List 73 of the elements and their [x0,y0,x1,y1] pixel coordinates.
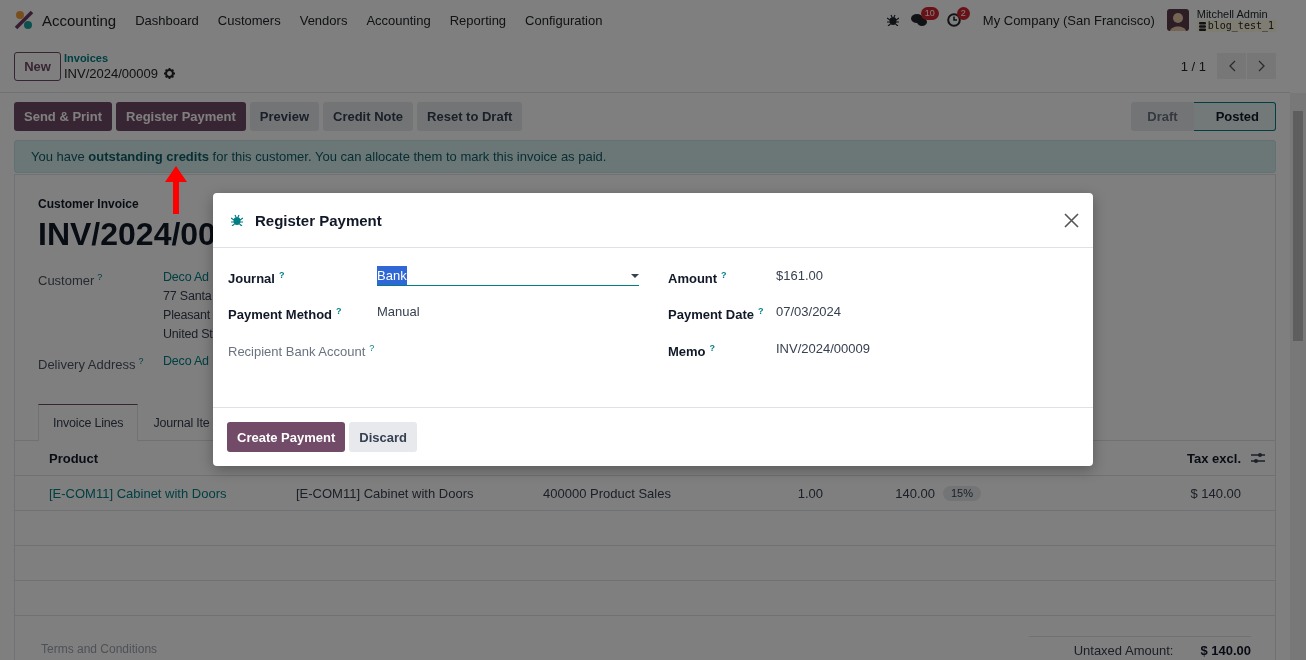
column-header[interactable]: Product [49,450,99,466]
field-value: 07/03/2024 [776,303,843,322]
menu-item[interactable]: Accounting [366,12,431,28]
total-value: $ 140.00 [1200,643,1251,659]
company-switcher[interactable]: My Company (San Francisco) [982,12,1155,28]
caret-icon [631,273,639,278]
status-step[interactable]: Posted [1193,101,1276,131]
field-label: Memo $^{?}$ [668,341,717,361]
pager-value: 1 / 1 [1180,58,1206,74]
table-cell: $ 140.00 [1190,485,1241,501]
status-step[interactable]: Draft [1131,101,1194,131]
address-line: 77 Santa [163,288,212,305]
gear-icon[interactable] [163,68,175,79]
notebook-tab[interactable]: Invoice Lines [38,404,139,442]
action-button[interactable]: Credit Note [323,101,414,131]
table-cell-text: 1.00 [796,485,823,501]
table-cell[interactable]: [E-COM11] Cabinet with Doors [49,485,296,501]
record-title: INV/2024/00 [38,215,216,254]
record-name: INV/2024/00009 [64,66,158,81]
field-value: INV/2024/00009 [776,339,871,358]
avatar[interactable] [1166,9,1189,31]
database-name: blog_test_1 [1196,20,1276,32]
tax-tag: 15% [943,485,982,501]
breadcrumb-link[interactable]: Invoices [64,51,175,66]
action-button[interactable]: Reset to Draft [417,101,523,131]
chevron-left-icon [1227,60,1236,72]
sliders-icon[interactable] [1251,452,1265,465]
chat-icon[interactable] [910,13,927,27]
action-button[interactable]: Send & Print [14,101,112,131]
field-label: Payment Date $^{?}$ [668,305,765,325]
menu-item[interactable]: Configuration [525,12,603,28]
menu-item[interactable]: Reporting [449,12,507,28]
form-subtitle: Customer Invoice [38,197,140,211]
field-label: Journal $^{?}$ [228,269,286,289]
app-logo-icon[interactable] [14,10,34,30]
total-label: Untaxed Amount: [1073,643,1174,659]
dialog-button[interactable]: Create Payment [227,422,346,452]
field-value: Manual [377,303,421,322]
dialog-button[interactable]: Discard [349,422,417,452]
alert-message: You have outstanding credits for this customer. You can allocate them to mark this invoice as paid. [14,140,1276,173]
app-name[interactable]: Accounting [42,11,117,29]
action-button[interactable]: Preview [249,101,319,131]
user-name[interactable]: Mitchell Admin [1196,8,1276,20]
menu-item[interactable]: Dashboard [135,12,199,28]
table-cell-text: 140.00 [894,485,935,501]
address-line: Pleasant [163,307,211,324]
action-button[interactable]: Register Payment [116,101,246,131]
bug-icon[interactable] [886,14,899,26]
column-header[interactable]: Tax excl. [1187,450,1241,466]
address-line: United St [163,326,213,343]
field-label: Amount $^{?}$ [668,269,728,289]
clock-icon[interactable] [946,13,961,27]
close-icon[interactable] [1064,212,1079,228]
table-cell-text: [E-COM11] Cabinet with Doors [296,485,475,501]
dialog-title: Register Payment [255,211,383,229]
partner-link[interactable]: Deco Ad [163,268,209,287]
new-button[interactable]: New [14,51,61,81]
database-icon [1198,21,1206,31]
field-label: Recipient Bank Account $^{?}$ [228,341,376,361]
journal-select[interactable]: Bank [377,266,639,286]
field-label: Delivery Address $^{?}$ [38,355,145,375]
chevron-right-icon [1257,60,1266,72]
field-label: Customer $^{?}$ [38,271,104,291]
field-value: $161.00 [776,267,824,285]
partner-link[interactable]: Deco Ad [163,352,209,371]
arrow-drawing [165,166,187,214]
menu-item[interactable]: Vendors [299,12,348,28]
menu-item[interactable]: Customers [217,12,281,28]
field-label: Payment Method $^{?}$ [228,305,343,325]
notification-badge: 2 [956,7,970,20]
notification-badge: 10 [920,7,939,20]
table-cell-text: 400000 Product Sales [543,485,672,501]
bug-icon[interactable] [231,214,243,226]
